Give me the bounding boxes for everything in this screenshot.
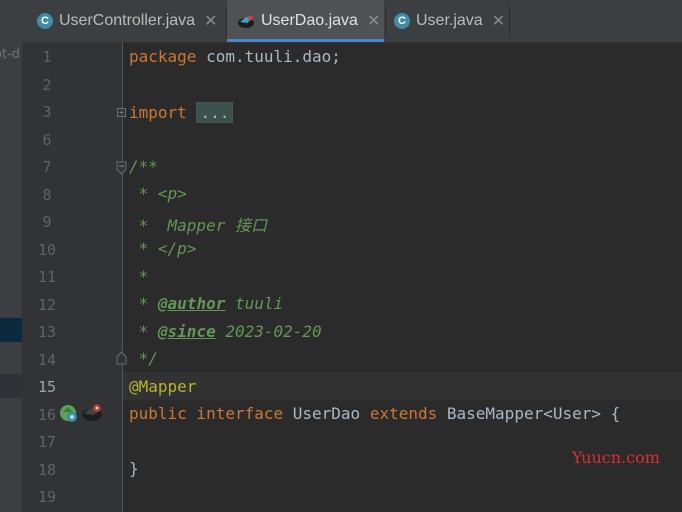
tab-divider — [509, 6, 510, 36]
code-line-13: * @since 2023-02-20 — [129, 322, 322, 341]
line-number: 14 — [37, 351, 57, 369]
class-icon: C — [37, 13, 53, 29]
code-line-3: import ... — [129, 102, 234, 123]
editor-gutter[interactable]: 1 2 3 6 7 8 9 10 11 12 13 14 15 16 17 18… — [22, 42, 127, 512]
code-editor[interactable]: package com.tuuli.dao; import ... /** * … — [123, 42, 682, 512]
line-number: 11 — [37, 268, 57, 286]
code-line-8: * <p> — [129, 184, 187, 203]
code-line-1: package com.tuuli.dao; — [129, 47, 341, 66]
doc-text: * — [129, 239, 158, 258]
project-tree-text: ot-d — [0, 47, 20, 62]
code-line-12: * @author tuuli — [129, 294, 284, 313]
folded-imports[interactable]: ... — [196, 102, 234, 123]
doc-text: * — [129, 184, 158, 203]
close-icon[interactable]: ✕ — [367, 11, 380, 31]
doc-text: * — [129, 322, 158, 341]
project-panel-edge: ot-d — [0, 0, 23, 512]
line-number: 19 — [37, 488, 57, 506]
class-name: UserDao — [283, 404, 361, 423]
doc-text: 2023-02-20 — [215, 322, 322, 341]
tab-label: UserDao.java — [261, 12, 358, 29]
tab-userdao[interactable]: UserDao.java ✕ — [227, 0, 384, 42]
line-number: 8 — [42, 186, 52, 204]
line-number: 1 — [42, 48, 52, 66]
doc-html-tag: </p> — [157, 239, 197, 258]
close-icon[interactable]: ✕ — [492, 11, 505, 31]
mybatis-mapper-icon[interactable] — [80, 402, 104, 428]
doc-text: tuuli — [225, 294, 284, 313]
code-line-9: * Mapper 接口 — [129, 216, 267, 235]
line-number: 9 — [42, 213, 52, 231]
code-line-18: } — [129, 459, 139, 478]
line-number: 12 — [37, 296, 57, 314]
line-number: 3 — [42, 103, 52, 121]
watermark: Yuucn.com — [572, 448, 660, 467]
code-line-7: /** — [129, 157, 158, 176]
tab-usercontroller[interactable]: C UserController.java ✕ — [22, 0, 226, 42]
line-number-current: 15 — [37, 378, 57, 396]
keyword: public — [129, 404, 187, 423]
tab-label: User.java — [416, 12, 483, 29]
line-number: 17 — [37, 433, 57, 451]
line-number: 13 — [37, 323, 57, 341]
line-number: 7 — [42, 158, 52, 176]
project-tree-selection — [0, 318, 22, 342]
close-icon[interactable]: ✕ — [204, 11, 217, 31]
editor-tab-bar: C UserController.java ✕ UserDao.java ✕ C… — [22, 0, 682, 43]
project-tree-row — [0, 374, 22, 398]
code-line-14: */ — [129, 349, 158, 368]
line-number: 18 — [37, 461, 57, 479]
doc-html-tag: <p> — [157, 184, 187, 203]
code-line-15: @Mapper — [129, 377, 197, 396]
code-text: BaseMapper<User> { — [437, 404, 621, 423]
code-text: com.tuuli.dao; — [196, 47, 341, 66]
code-line-16: public interface UserDao extends BaseMap… — [129, 404, 620, 423]
current-line-highlight — [123, 372, 682, 400]
keyword: import — [129, 103, 187, 122]
keyword: interface — [186, 404, 284, 423]
keyword: extends — [360, 404, 438, 423]
code-line-10: * </p> — [129, 239, 197, 258]
line-number: 6 — [42, 131, 52, 149]
doc-tag-since: @since — [157, 322, 216, 341]
code-line-11: * — [129, 267, 149, 286]
line-number: 2 — [42, 76, 52, 94]
implemented-by-icon[interactable] — [57, 402, 79, 428]
line-number: 10 — [37, 241, 57, 259]
doc-tag-author: @author — [157, 294, 226, 313]
doc-text: * — [129, 294, 158, 313]
interface-icon — [237, 13, 255, 29]
keyword: package — [129, 47, 197, 66]
class-icon: C — [394, 13, 410, 29]
tab-label: UserController.java — [59, 12, 196, 29]
tab-user[interactable]: C User.java ✕ — [386, 0, 509, 42]
